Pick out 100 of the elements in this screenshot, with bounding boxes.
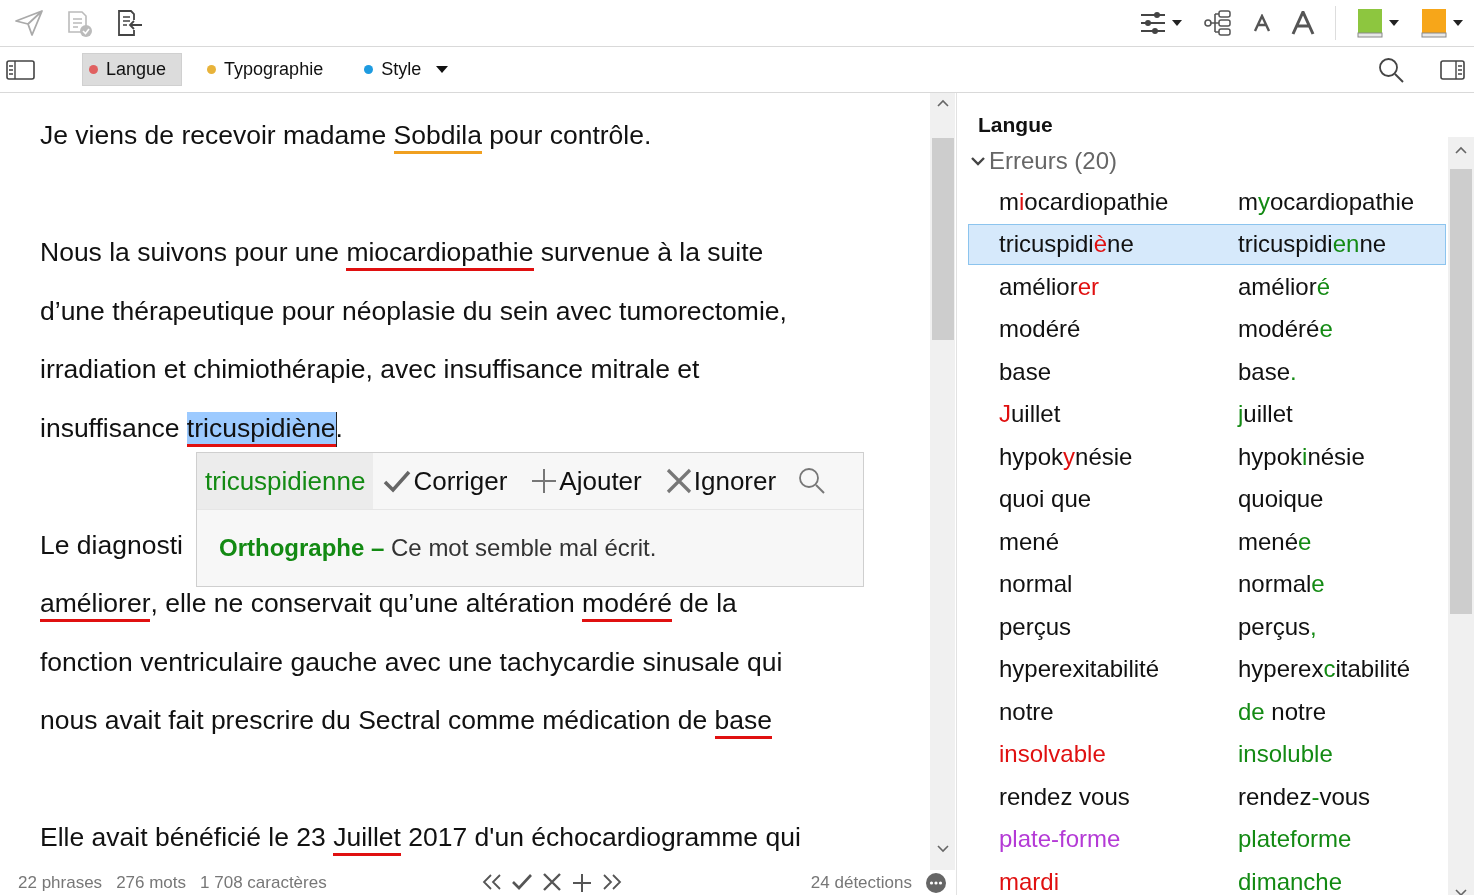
sidebar-left-icon[interactable] xyxy=(6,58,36,81)
error-row[interactable]: miocardiopathie myocardiopathie xyxy=(968,181,1446,223)
font-smaller-icon[interactable] xyxy=(1253,14,1271,32)
error-word[interactable]: base xyxy=(714,704,773,739)
font-larger-icon[interactable] xyxy=(1291,11,1315,35)
suggested-word: base. xyxy=(1238,357,1297,386)
error-word[interactable]: miocardiopathie xyxy=(346,236,534,271)
error-row[interactable]: perçus perçus, xyxy=(968,606,1446,648)
filter-tab[interactable]: Style xyxy=(357,53,466,86)
error-row[interactable]: mardi dimanche xyxy=(968,861,1446,895)
error-row[interactable]: hyperexitabilité hyperexcitabilité xyxy=(968,648,1446,690)
close-icon xyxy=(665,468,692,494)
chevron-icon[interactable] xyxy=(971,155,985,167)
caret-icon[interactable] xyxy=(1171,19,1183,27)
detection-count: 24 détections xyxy=(810,872,912,893)
original-word: perçus xyxy=(998,612,1073,641)
word-count: 276 mots xyxy=(116,872,187,893)
scroll-down-icon[interactable] xyxy=(935,844,950,854)
text-line: d’une thérapeutique pour néoplasie du sein avec tumorectomie, xyxy=(40,294,787,328)
original-word: mardi xyxy=(998,867,1060,895)
plus-icon xyxy=(531,468,558,494)
text-line: Nous la suivons pour une miocardiopathie survenue à la suite xyxy=(40,223,764,282)
original-word: plate-forme xyxy=(998,825,1122,854)
suggested-word: rendez-vous xyxy=(1238,782,1371,811)
check-icon xyxy=(383,469,412,493)
text-line: Le diagnosti xyxy=(40,528,183,562)
error-row[interactable]: tricuspidiène tricuspidienne xyxy=(968,223,1446,265)
error-row[interactable]: améliorer amélioré xyxy=(968,266,1446,308)
original-word: mené xyxy=(998,527,1061,556)
action-button[interactable]: Corriger xyxy=(383,465,508,497)
error-word[interactable]: Sobdila xyxy=(393,119,482,154)
scroll-up-icon[interactable] xyxy=(1454,145,1468,155)
suggested-word: hyperexcitabilité xyxy=(1238,655,1411,684)
tree-icon[interactable] xyxy=(1203,9,1233,37)
caret-icon[interactable] xyxy=(1388,19,1400,27)
suggestion-button[interactable]: tricuspidienne xyxy=(197,453,374,509)
error-word[interactable]: Juillet xyxy=(333,821,401,856)
sidebar-right-icon[interactable] xyxy=(1440,58,1466,81)
previous-icon[interactable] xyxy=(480,872,503,891)
check-icon[interactable] xyxy=(510,872,533,891)
suggested-word: de notre xyxy=(1238,697,1327,726)
filter-tab[interactable]: Langue xyxy=(82,53,183,86)
scrollbar[interactable] xyxy=(930,93,955,870)
next-icon[interactable] xyxy=(600,872,623,891)
scrollbar-thumb[interactable] xyxy=(931,138,954,340)
suggested-word: juillet xyxy=(1238,400,1293,429)
suggested-word: quoique xyxy=(1238,485,1324,514)
error-message: Orthographe – Ce mot semble mal écrit. xyxy=(218,533,658,563)
plus-icon[interactable] xyxy=(570,872,593,893)
close-icon[interactable] xyxy=(540,872,563,891)
error-row[interactable]: notre de notre xyxy=(968,691,1446,733)
suggested-word: normale xyxy=(1238,570,1325,599)
scrollbar[interactable] xyxy=(1448,137,1474,895)
error-row[interactable]: mené menée xyxy=(968,521,1446,563)
scrollbar-thumb[interactable] xyxy=(1450,169,1472,614)
error-row[interactable]: modéré modérée xyxy=(968,308,1446,350)
original-word: base xyxy=(998,357,1053,386)
error-word[interactable]: tricuspidiène xyxy=(186,411,336,447)
error-word[interactable]: améliorer xyxy=(40,587,151,622)
text-line: irradiation et chimiothérapie, avec insuffisance mitrale et xyxy=(40,353,700,386)
caret-icon[interactable] xyxy=(435,65,450,74)
original-word: quoi que xyxy=(998,485,1093,514)
scroll-up-icon[interactable] xyxy=(935,98,950,108)
original-word: miocardiopathie xyxy=(998,187,1170,216)
error-row[interactable]: plate-forme plateforme xyxy=(968,818,1446,860)
character-count: 1 708 caractères xyxy=(200,872,327,893)
action-button[interactable]: Ajouter xyxy=(531,465,642,497)
original-word: hypokynésie xyxy=(998,442,1134,471)
text-line: nous avait fait prescrire du Sectral comme médication de base xyxy=(40,691,773,750)
error-row[interactable]: Juillet juillet xyxy=(968,393,1446,435)
error-row[interactable]: hypokynésie hypokinésie xyxy=(968,436,1446,478)
original-word: modéré xyxy=(998,315,1082,344)
original-word: tricuspidiène xyxy=(998,230,1135,259)
suggested-word: perçus, xyxy=(1238,612,1317,641)
sentence-count: 22 phrases xyxy=(18,872,103,893)
scroll-down-icon[interactable] xyxy=(1454,887,1468,895)
sliders-icon[interactable] xyxy=(1139,10,1167,36)
error-row[interactable]: rendez vous rendez-vous xyxy=(968,776,1446,818)
original-word: insolvable xyxy=(998,740,1107,769)
error-row[interactable]: insolvable insoluble xyxy=(968,733,1446,775)
caret-icon[interactable] xyxy=(1452,19,1464,27)
search-icon[interactable] xyxy=(798,467,827,495)
suggested-word: modérée xyxy=(1238,315,1333,344)
error-row[interactable]: base base. xyxy=(968,351,1446,393)
suggested-word: myocardiopathie xyxy=(1238,187,1415,216)
filter-tab[interactable]: Typographie xyxy=(200,53,340,86)
action-button[interactable]: Ignorer xyxy=(665,465,777,497)
suggested-word: insoluble xyxy=(1238,740,1333,769)
original-word: normal xyxy=(998,570,1074,599)
more-icon[interactable] xyxy=(926,872,946,893)
text-line: Elle avait bénéficié le 23 Juillet 2017 d'un échocardiogramme qui xyxy=(40,808,801,867)
search-icon[interactable] xyxy=(1378,56,1404,83)
original-word: hyperexitabilité xyxy=(998,655,1161,684)
suggested-word: menée xyxy=(1238,527,1312,556)
panel-title: Langue xyxy=(977,112,1054,137)
original-word: améliorer xyxy=(998,272,1101,301)
error-row[interactable]: normal normale xyxy=(968,563,1446,605)
error-row[interactable]: quoi que quoique xyxy=(968,478,1446,520)
group-label[interactable]: Erreurs (20) xyxy=(989,147,1118,175)
suggested-word: amélioré xyxy=(1238,272,1331,301)
